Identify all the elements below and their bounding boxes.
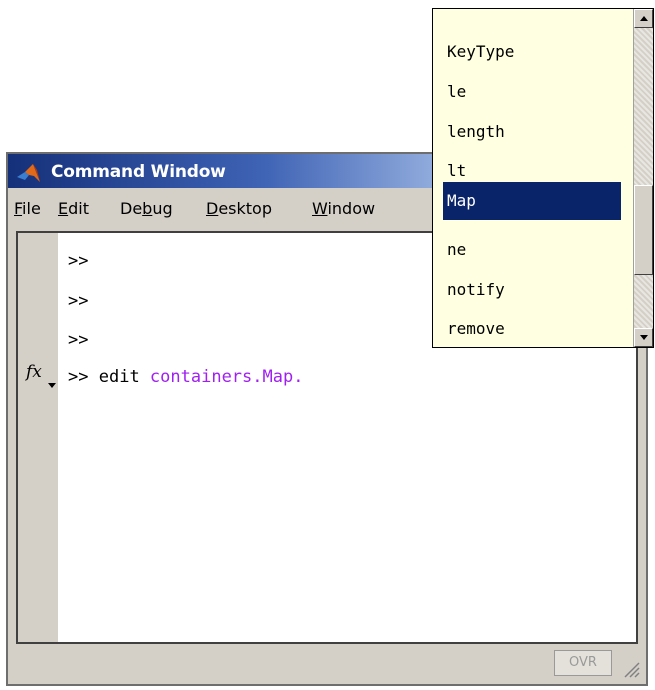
- autocomplete-item[interactable]: length: [443, 113, 621, 151]
- resize-grip-icon[interactable]: [620, 658, 640, 678]
- command-line: >>: [68, 330, 88, 350]
- command-argument: containers.Map.: [149, 367, 304, 387]
- autocomplete-item[interactable]: le: [443, 73, 621, 111]
- matlab-logo-icon: [17, 164, 40, 182]
- prompt: >>: [68, 367, 89, 387]
- arrow-up-icon: [640, 16, 648, 21]
- arrow-down-icon: [640, 335, 648, 340]
- menu-edit[interactable]: Edit: [58, 199, 89, 218]
- prompt: >>: [68, 330, 89, 350]
- menu-debug[interactable]: Debug: [120, 199, 173, 218]
- autocomplete-popup: KeyType le length lt Map ne notify remov…: [432, 8, 654, 348]
- gutter: fx: [18, 233, 58, 642]
- scroll-down-button[interactable]: [634, 328, 653, 347]
- prompt: >>: [68, 251, 89, 271]
- ovr-indicator: OVR: [554, 650, 612, 676]
- autocomplete-item[interactable]: notify: [443, 271, 621, 309]
- window-title: Command Window: [51, 162, 226, 182]
- command-line: >>: [68, 251, 88, 271]
- autocomplete-item[interactable]: KeyType: [443, 33, 621, 71]
- menu-window[interactable]: Window: [312, 199, 375, 218]
- scroll-thumb[interactable]: [634, 185, 653, 275]
- fx-label: fx: [26, 362, 42, 382]
- status-bar: OVR: [8, 644, 646, 684]
- prompt: >>: [68, 291, 89, 311]
- command-text: edit: [98, 367, 150, 387]
- scroll-up-button[interactable]: [634, 9, 653, 28]
- vertical-scrollbar[interactable]: [633, 9, 653, 347]
- menu-desktop[interactable]: Desktop: [206, 199, 272, 218]
- menu-file[interactable]: File: [14, 199, 41, 218]
- autocomplete-item[interactable]: ne: [443, 231, 621, 269]
- command-line-current[interactable]: >> edit containers.Map.: [68, 367, 303, 387]
- autocomplete-item-selected[interactable]: Map: [443, 182, 621, 220]
- fx-icon[interactable]: fx: [26, 362, 56, 390]
- autocomplete-item[interactable]: remove: [443, 310, 621, 348]
- autocomplete-list: KeyType le length lt Map ne notify remov…: [433, 9, 633, 347]
- command-line: >>: [68, 291, 88, 311]
- chevron-down-icon: [48, 383, 56, 388]
